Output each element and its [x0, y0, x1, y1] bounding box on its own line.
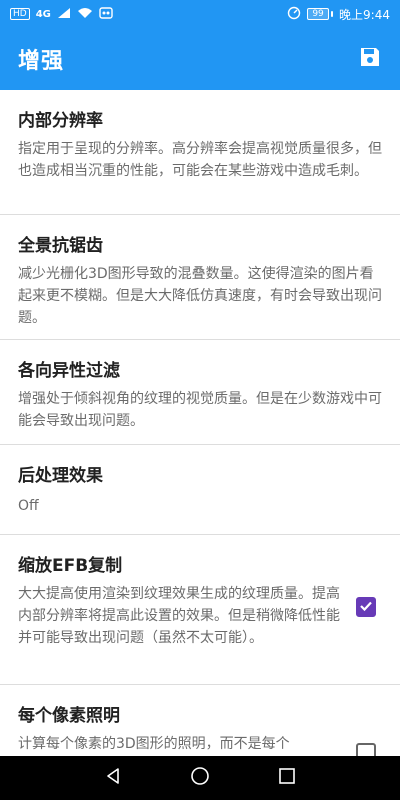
setting-anisotropic-filtering[interactable]: 各向异性过滤 增强处于倾斜视角的纹理的视觉质量。但是在少数游戏中可能会导致出现问…: [0, 340, 400, 445]
notification-icon: [99, 6, 113, 22]
setting-description: 指定用于呈现的分辨率。高分辨率会提高视觉质量很多，但也造成相当沉重的性能，可能会…: [18, 141, 382, 179]
status-bar: HD 4G 99 晚上9:44: [0, 0, 400, 28]
setting-value: Off: [18, 498, 39, 514]
checkmark-icon: [359, 598, 373, 617]
page-title: 增强: [18, 49, 65, 74]
setting-title: 缩放EFB复制: [18, 556, 123, 576]
setting-title: 全景抗锯齿: [18, 236, 103, 256]
setting-title: 每个像素照明: [18, 706, 120, 726]
signal-icon: [57, 7, 71, 22]
recents-square-icon: [278, 767, 296, 789]
setting-title: 各向异性过滤: [18, 361, 120, 381]
setting-title: 内部分辨率: [18, 111, 103, 131]
setting-description: 大大提高使用渲染到纹理效果生成的纹理质量。提高内部分辨率将提高此设置的效果。但是…: [18, 586, 340, 646]
setting-scaled-efb-copy[interactable]: 缩放EFB复制 大大提高使用渲染到纹理效果生成的纹理质量。提高内部分辨率将提高此…: [0, 535, 400, 685]
per-pixel-lighting-checkbox[interactable]: [356, 743, 376, 756]
home-button[interactable]: [185, 763, 215, 793]
setting-internal-resolution[interactable]: 内部分辨率 指定用于呈现的分辨率。高分辨率会提高视觉质量很多，但也造成相当沉重的…: [0, 90, 400, 215]
battery-level: 99: [307, 8, 330, 20]
setting-title: 后处理效果: [18, 466, 103, 486]
recents-button[interactable]: [272, 763, 302, 793]
status-bar-right: 99 晚上9:44: [287, 6, 390, 23]
speedometer-icon: [287, 6, 301, 23]
setting-description: 计算每个像素的3D图形的照明，而不是每个: [18, 736, 290, 752]
settings-list[interactable]: 内部分辨率 指定用于呈现的分辨率。高分辨率会提高视觉质量很多，但也造成相当沉重的…: [0, 90, 400, 756]
scaled-efb-copy-checkbox[interactable]: [356, 597, 376, 617]
battery-indicator: 99: [307, 8, 334, 20]
network-type: 4G: [35, 8, 51, 20]
setting-anti-aliasing[interactable]: 全景抗锯齿 减少光栅化3D图形导致的混叠数量。这使得渲染的图片看起来更不模糊。但…: [0, 215, 400, 340]
save-button[interactable]: [356, 45, 384, 73]
setting-post-processing[interactable]: 后处理效果 Off: [0, 445, 400, 535]
back-triangle-icon: [103, 766, 123, 790]
clock: 晚上9:44: [339, 7, 390, 22]
home-circle-icon: [190, 766, 210, 790]
wifi-icon: [77, 7, 93, 22]
navigation-bar: [0, 756, 400, 800]
back-button[interactable]: [98, 763, 128, 793]
setting-description: 减少光栅化3D图形导致的混叠数量。这使得渲染的图片看起来更不模糊。但是大大降低仿…: [18, 266, 382, 326]
setting-description: 增强处于倾斜视角的纹理的视觉质量。但是在少数游戏中可能会导致出现问题。: [18, 391, 382, 429]
app-bar: 增强: [0, 28, 400, 90]
setting-per-pixel-lighting[interactable]: 每个像素照明 计算每个像素的3D图形的照明，而不是每个: [0, 685, 400, 756]
battery-nub: [331, 11, 334, 17]
hd-indicator: HD: [10, 8, 30, 20]
floppy-disk-icon: [359, 46, 381, 72]
status-bar-left: HD 4G: [10, 6, 113, 22]
